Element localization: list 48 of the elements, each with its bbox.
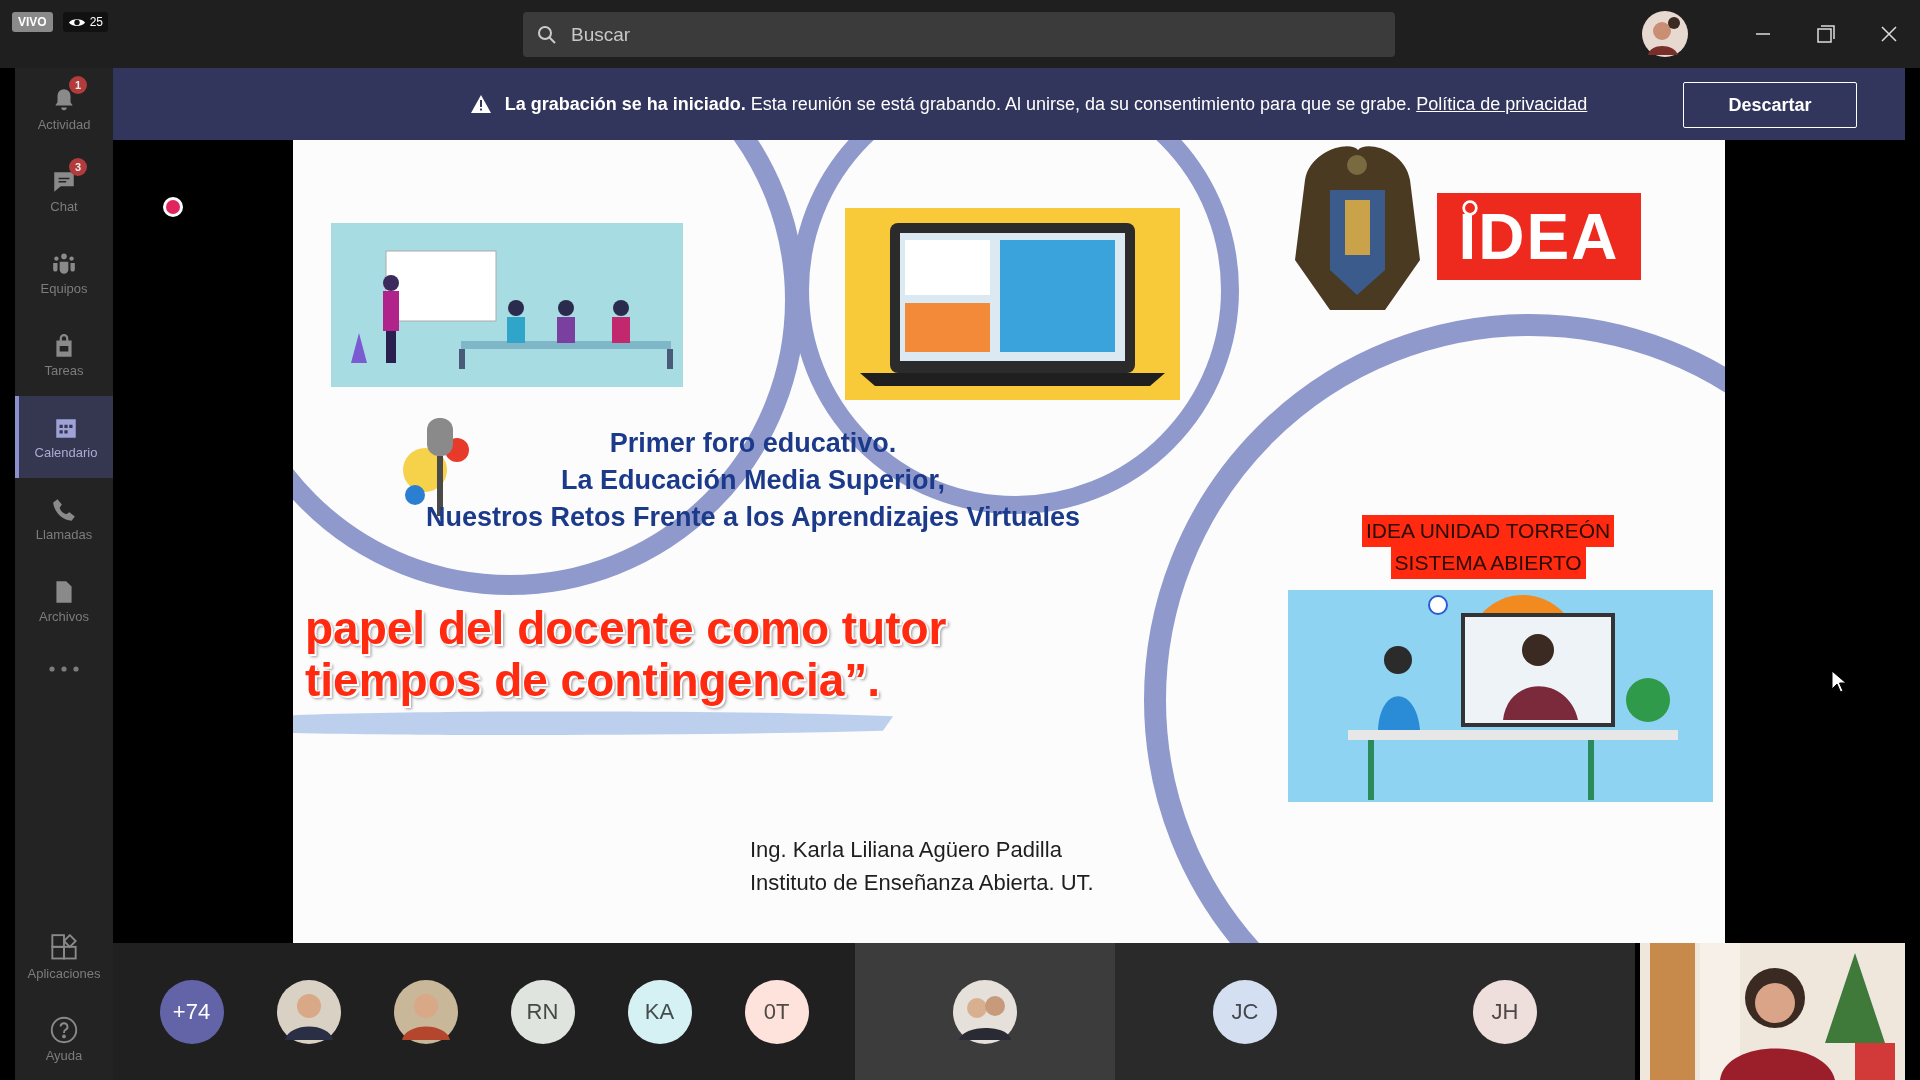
- cursor-icon: [1831, 670, 1847, 694]
- dismiss-button[interactable]: Descartar: [1683, 82, 1857, 128]
- search-bar[interactable]: Buscar: [523, 12, 1395, 57]
- sidebar-item[interactable]: Llamadas: [15, 478, 113, 560]
- slide-headline: papel del docente como tutor: [305, 602, 947, 654]
- restore-icon[interactable]: [1817, 25, 1835, 43]
- unit-label-text: IDEA UNIDAD TORREÓN: [1362, 515, 1615, 547]
- participant-avatar[interactable]: KA: [627, 979, 692, 1044]
- warning-icon: [470, 95, 491, 113]
- phone-icon: [51, 496, 77, 523]
- participant-avatar: JH: [1473, 979, 1537, 1044]
- slide-title: Nuestros Retos Frente a los Aprendizajes Virtuales: [425, 502, 1081, 533]
- banner-message: La grabación se ha iniciado. Esta reunión se está grabando. Al unirse, da su consentimiento para que se grabe. Política de privacidad: [504, 93, 1588, 115]
- participant-avatar[interactable]: RN: [510, 979, 575, 1044]
- record-icon: [161, 195, 185, 219]
- search-icon: [537, 24, 557, 45]
- slide-title: La Educación Media Superior,: [560, 465, 946, 496]
- sidebar-item[interactable]: 3 Chat: [15, 150, 113, 232]
- privacy-link[interactable]: Política de privacidad: [1416, 93, 1588, 114]
- notification-badge: 3: [69, 158, 87, 176]
- sidebar-item[interactable]: Equipos: [15, 232, 113, 314]
- slide-headline: tiempos de contingencia”.: [305, 654, 882, 706]
- sidebar-item[interactable]: Aplicaciones: [15, 916, 113, 998]
- participant-tile[interactable]: JC: [1115, 943, 1375, 1080]
- help-icon: [50, 1015, 78, 1044]
- unit-label-text: SISTEMA ABIERTO: [1390, 547, 1586, 579]
- idea-logo: IDEA: [1437, 193, 1641, 280]
- sidebar-item[interactable]: Ayuda: [15, 998, 113, 1080]
- notification-badge: 1: [69, 76, 87, 94]
- author-text: Ing. Karla Liliana Agüero Padilla: [750, 836, 1063, 864]
- more-participants-button[interactable]: +74: [159, 979, 224, 1044]
- more-icon[interactable]: [49, 666, 79, 672]
- participant-tile[interactable]: JH: [1375, 943, 1635, 1080]
- sidebar-item[interactable]: Archivos: [15, 560, 113, 642]
- sidebar-item[interactable]: Tareas: [15, 314, 113, 396]
- participant-tile[interactable]: [855, 943, 1115, 1080]
- search-field[interactable]: Buscar: [569, 22, 1381, 47]
- apps-icon: [50, 933, 78, 962]
- eye-icon: [67, 16, 86, 28]
- close-icon[interactable]: [1881, 26, 1897, 42]
- live-badge: VIVO: [12, 12, 53, 32]
- sidebar-item[interactable]: 1 Actividad: [15, 68, 113, 150]
- slide-title: Primer foro educativo.: [609, 428, 897, 459]
- author-text: Instituto de Enseñanza Abierta. UT.: [750, 869, 1094, 897]
- viewer-count: 25: [89, 15, 104, 29]
- participant-avatar[interactable]: 0T: [744, 979, 809, 1044]
- participant-avatar: JC: [1213, 979, 1277, 1044]
- sidebar-item[interactable]: Calendario: [15, 396, 113, 478]
